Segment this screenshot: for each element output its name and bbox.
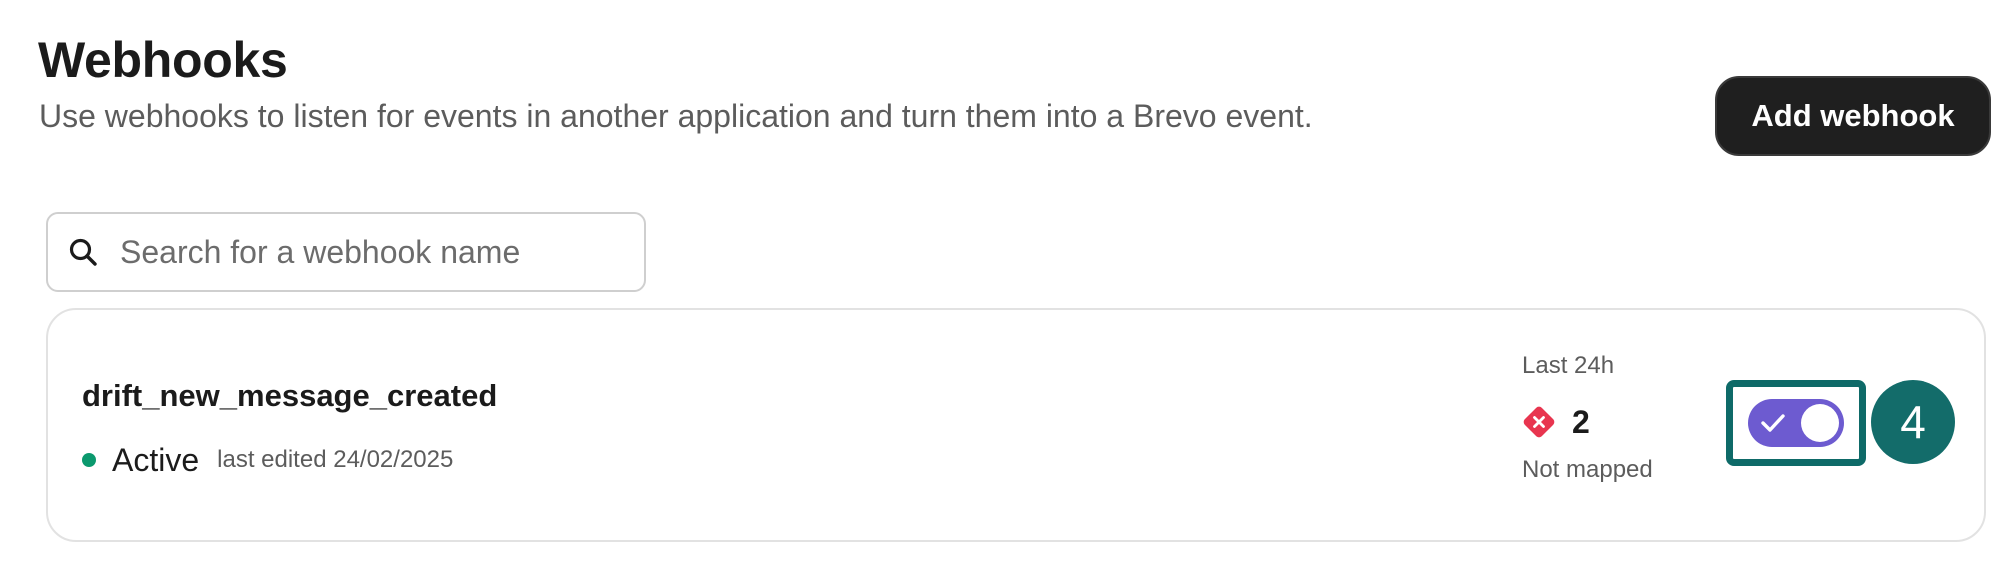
status-dot-icon: [82, 453, 96, 467]
not-mapped-count: 2: [1572, 403, 1590, 440]
webhook-card[interactable]: drift_new_message_created Active last ed…: [46, 308, 1986, 542]
page-subtitle: Use webhooks to listen for events in ano…: [39, 98, 1313, 134]
search-icon: [66, 235, 100, 269]
toggle-highlight: [1726, 380, 1866, 466]
webhook-stats: Last 24h 2 Not mapped: [1522, 350, 1722, 486]
add-webhook-button[interactable]: Add webhook: [1715, 76, 1991, 156]
stats-label: Not mapped: [1522, 456, 1653, 483]
toggle-knob: [1801, 404, 1839, 442]
webhook-name[interactable]: drift_new_message_created: [82, 376, 497, 416]
page-title: Webhooks: [38, 32, 288, 88]
webhook-enabled-toggle[interactable]: [1748, 399, 1844, 447]
step-number-badge: 4: [1871, 380, 1955, 464]
search-input[interactable]: [118, 232, 622, 272]
stats-count-row: 2: [1522, 400, 1722, 444]
webhook-status-row: Active last edited 24/02/2025: [82, 438, 453, 482]
webhook-status: Active: [112, 441, 200, 478]
webhook-last-edited: last edited 24/02/2025: [217, 446, 454, 473]
search-box[interactable]: [46, 212, 646, 292]
stats-period: Last 24h: [1522, 352, 1615, 379]
error-x-icon: [1522, 405, 1556, 439]
checkmark-icon: [1761, 414, 1785, 432]
